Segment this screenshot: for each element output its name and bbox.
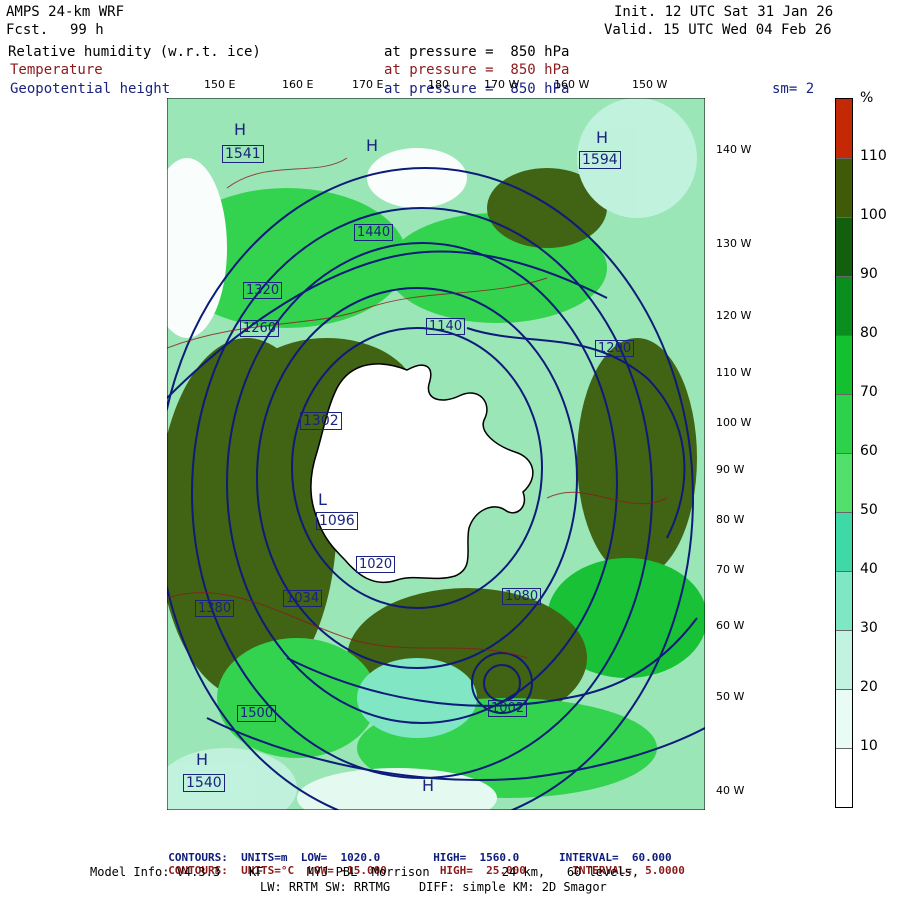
lon-right-label: 70 W: [716, 563, 745, 576]
lon-right-label: 40 W: [716, 784, 745, 797]
height-label: 1540: [183, 774, 225, 792]
lon-right-label: 130 W: [716, 237, 752, 250]
colorbar-level-label: 30: [860, 620, 878, 636]
colorbar-level-label: 80: [860, 325, 878, 341]
height-label: 1500: [237, 705, 277, 722]
colorbar-level-label: 10: [860, 738, 878, 754]
height-label: 1096: [316, 512, 358, 530]
colorbar-segment: [836, 571, 852, 631]
colorbar-unit: %: [860, 90, 874, 106]
colorbar-segment: [836, 630, 852, 690]
lon-right-label: 120 W: [716, 309, 752, 322]
colorbar-level-label: 110: [860, 148, 887, 164]
weather-map: [167, 98, 705, 810]
model-info: Model Info: V4.3.3 KF MYJ PBL Morrison 2…: [90, 865, 640, 879]
lon-right-label: 60 W: [716, 619, 745, 632]
field-hgt-label: Geopotential height: [10, 81, 171, 97]
height-label: 1380: [195, 600, 235, 617]
colorbar-level-label: 20: [860, 679, 878, 695]
lon-top-label: 160 E: [282, 78, 314, 91]
colorbar-level-label: 70: [860, 384, 878, 400]
pressure-center-high: H: [596, 128, 609, 147]
height-label: 1034: [283, 590, 323, 607]
height-label: 1020: [356, 556, 396, 573]
colorbar-level-label: 60: [860, 443, 878, 459]
field-rh-label: Relative humidity (w.r.t. ice): [8, 44, 261, 60]
height-label: 1002: [488, 700, 528, 717]
height-label: 1320: [243, 282, 283, 299]
colorbar-segment: [836, 217, 852, 277]
colorbar-level-label: 100: [860, 207, 887, 223]
height-label: 1594: [579, 151, 621, 169]
pressure-center-high: H: [366, 136, 379, 155]
lon-top-label: 180: [428, 78, 449, 91]
colorbar-segment: [836, 748, 852, 807]
rh-colorbar: [835, 98, 853, 808]
pressure-center-high: H: [422, 776, 435, 795]
colorbar-segment: [836, 453, 852, 513]
pressure-center-high: H: [234, 120, 247, 139]
height-label: 1140: [426, 318, 466, 335]
pressure-center-high: H: [196, 750, 209, 769]
colorbar-segment: [836, 158, 852, 218]
colorbar-segment: [836, 99, 852, 159]
colorbar-segment: [836, 335, 852, 395]
forecast-label: Fcst.: [6, 22, 49, 38]
forecast-hour: 99 h: [70, 22, 104, 38]
lon-right-label: 140 W: [716, 143, 752, 156]
lon-right-label: 100 W: [716, 416, 752, 429]
lon-top-label: 170 E: [352, 78, 384, 91]
colorbar-segment: [836, 394, 852, 454]
lon-top-label: 170 W: [484, 78, 520, 91]
colorbar-level-label: 50: [860, 502, 878, 518]
lon-top-label: 160 W: [554, 78, 590, 91]
height-label: 1260: [240, 320, 280, 337]
colorbar-level-label: 90: [860, 266, 878, 282]
pressure-center-low: L: [318, 490, 327, 509]
model-info-2: LW: RRTM SW: RRTMG DIFF: simple KM: 2D S…: [260, 880, 607, 894]
lon-top-label: 150 E: [204, 78, 236, 91]
model-title: AMPS 24-km WRF: [6, 4, 125, 20]
height-label: 1080: [502, 588, 542, 605]
lon-top-label: 150 W: [632, 78, 668, 91]
height-label: 1541: [222, 145, 264, 163]
lon-right-label: 80 W: [716, 513, 745, 526]
height-label: 1302: [300, 412, 342, 430]
init-time: Init. 12 UTC Sat 31 Jan 26: [614, 4, 834, 20]
field-hgt-level: at pressure = 850 hPa: [384, 81, 570, 97]
colorbar-segment: [836, 276, 852, 336]
lon-right-label: 110 W: [716, 366, 752, 379]
lon-right-label: 90 W: [716, 463, 745, 476]
smoothing-label: sm= 2: [772, 81, 815, 97]
field-temp-label: Temperature: [10, 62, 103, 78]
colorbar-segment: [836, 689, 852, 749]
height-label: 1440: [354, 224, 394, 241]
lon-right-label: 50 W: [716, 690, 745, 703]
height-label: 1200: [595, 340, 635, 357]
colorbar-level-label: 40: [860, 561, 878, 577]
valid-time: Valid. 15 UTC Wed 04 Feb 26: [604, 22, 832, 38]
colorbar-segment: [836, 512, 852, 572]
field-rh-level: at pressure = 850 hPa: [384, 44, 570, 60]
field-temp-level: at pressure = 850 hPa: [384, 62, 570, 78]
